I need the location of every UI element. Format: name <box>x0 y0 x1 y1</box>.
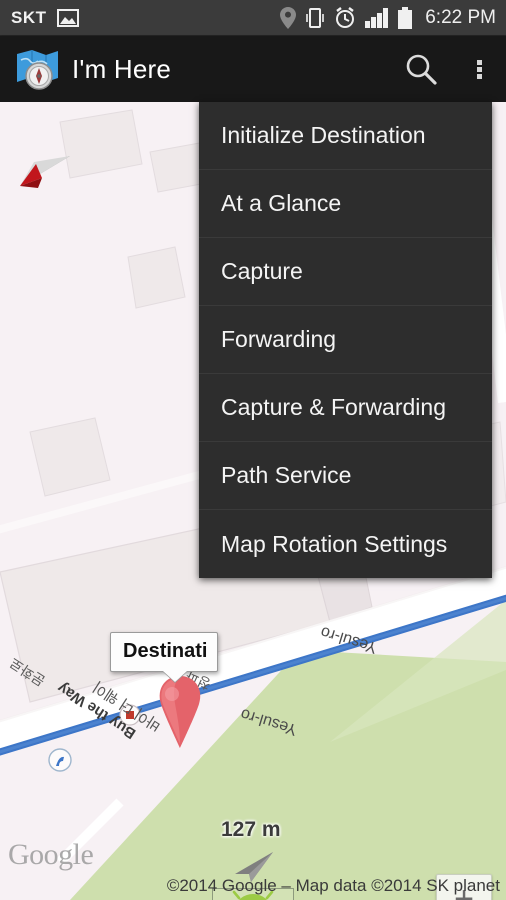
image-icon <box>56 8 79 27</box>
menu-item-capture-and-forwarding[interactable]: Capture & Forwarding <box>199 374 492 442</box>
menu-item-forwarding[interactable]: Forwarding <box>199 306 492 374</box>
status-right-icons: 6:22 PM <box>280 6 496 29</box>
menu-item-capture[interactable]: Capture <box>199 238 492 306</box>
phone-screen: SKT 6:22 PM I'm Here Buy the Way 바이 더 웨이… <box>0 0 506 900</box>
page-title: I'm Here <box>72 53 172 84</box>
map-scale-label: 127 m <box>221 818 281 841</box>
map-compass-icon <box>12 44 62 94</box>
battery-icon <box>398 6 413 29</box>
menu-item-at-a-glance[interactable]: At a Glance <box>199 170 492 238</box>
carrier-label: SKT <box>11 7 47 27</box>
menu-item-initialize-destination[interactable]: Initialize Destination <box>199 102 492 170</box>
info-window-title: Destinati <box>123 640 208 662</box>
search-icon[interactable] <box>390 36 452 102</box>
status-bar: SKT 6:22 PM <box>0 0 506 36</box>
clock-label: 6:22 PM <box>425 6 496 28</box>
location-pin-icon <box>280 6 297 29</box>
vibrate-mode-icon <box>305 7 325 29</box>
app-bar-actions <box>390 36 506 102</box>
overflow-dot <box>476 66 482 72</box>
overflow-dot <box>476 59 482 65</box>
app-bar: I'm Here <box>0 36 506 102</box>
destination-info-window[interactable]: Destinati <box>110 632 219 672</box>
alarm-clock-icon <box>334 6 356 29</box>
menu-item-path-service[interactable]: Path Service <box>199 442 492 510</box>
map-attribution: ©2014 Google – Map data ©2014 SK planet <box>166 876 500 895</box>
overflow-dot <box>476 73 482 79</box>
signal-bars-icon <box>365 7 389 28</box>
menu-item-map-rotation-settings[interactable]: Map Rotation Settings <box>199 510 492 578</box>
compass-needle-icon <box>14 142 72 195</box>
google-logo: Google <box>8 838 94 871</box>
status-left-icons <box>56 8 79 27</box>
overflow-menu[interactable]: Initialize Destination At a Glance Captu… <box>199 102 492 578</box>
destination-marker-icon[interactable] <box>152 674 208 755</box>
overflow-menu-icon[interactable] <box>452 36 506 102</box>
